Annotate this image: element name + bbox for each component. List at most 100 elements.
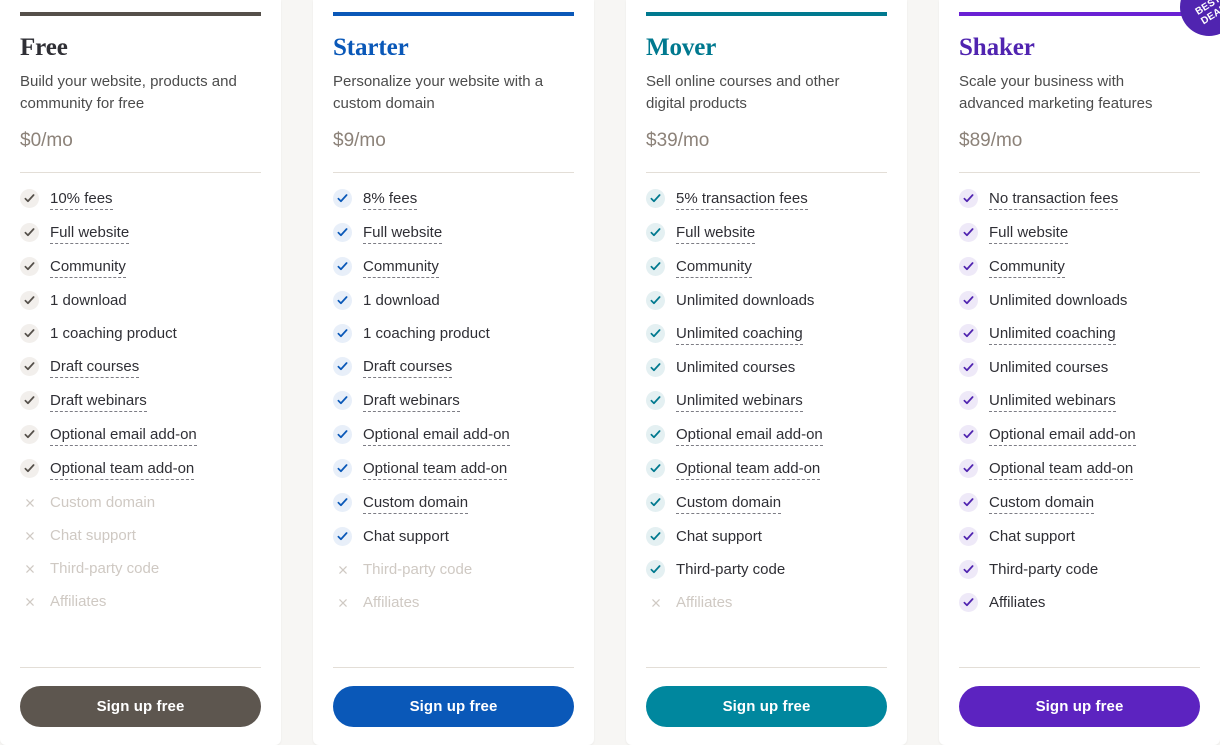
feature-item[interactable]: Community (646, 257, 887, 279)
signup-button-mover[interactable]: Sign up free (646, 686, 887, 727)
plan-card-free: Free Build your website, products and com… (0, 0, 281, 745)
feature-item[interactable]: Custom domain (959, 493, 1200, 515)
feature-item[interactable]: No transaction fees (959, 189, 1200, 211)
check-icon (333, 223, 352, 243)
feature-label[interactable]: Optional email add-on (989, 425, 1136, 447)
footer-divider (646, 667, 887, 668)
feature-label[interactable]: Unlimited coaching (676, 324, 803, 346)
feature-label[interactable]: Draft webinars (363, 391, 460, 413)
feature-label[interactable]: Optional team add-on (363, 459, 508, 481)
feature-item[interactable]: Optional email add-on (959, 425, 1200, 447)
feature-label[interactable]: Optional team add-on (989, 459, 1134, 481)
check-icon (959, 593, 978, 613)
feature-label[interactable]: 5% transaction fees (676, 189, 808, 211)
feature-label[interactable]: 8% fees (363, 189, 418, 211)
feature-item: 1 download (20, 291, 261, 311)
feature-item[interactable]: Optional team add-on (20, 459, 261, 481)
feature-label[interactable]: Full website (989, 223, 1069, 245)
check-icon (20, 257, 39, 277)
feature-item[interactable]: Unlimited webinars (959, 391, 1200, 413)
feature-label[interactable]: Community (989, 257, 1065, 279)
feature-item[interactable]: Draft courses (333, 357, 574, 379)
feature-item[interactable]: 5% transaction fees (646, 189, 887, 211)
plan-header: Free Build your website, products and com… (20, 0, 261, 189)
footer-divider (959, 667, 1200, 668)
feature-label[interactable]: Community (676, 257, 752, 279)
feature-label[interactable]: Custom domain (363, 493, 469, 515)
feature-label[interactable]: 10% fees (50, 189, 113, 211)
check-icon (333, 357, 352, 377)
feature-list: No transaction fees Full website Community… (959, 189, 1200, 663)
feature-item[interactable]: Optional team add-on (959, 459, 1200, 481)
cross-icon (20, 493, 39, 512)
feature-item[interactable]: Unlimited coaching (646, 324, 887, 346)
feature-item[interactable]: Unlimited webinars (646, 391, 887, 413)
check-icon (959, 257, 978, 277)
signup-button-free[interactable]: Sign up free (20, 686, 261, 727)
plan-name: Shaker (959, 34, 1035, 61)
feature-item[interactable]: Full website (646, 223, 887, 245)
feature-label[interactable]: Draft courses (50, 357, 140, 379)
check-icon (959, 527, 978, 547)
feature-item[interactable]: Optional team add-on (646, 459, 887, 481)
check-icon (20, 291, 39, 311)
check-icon (959, 189, 978, 209)
check-icon (646, 527, 665, 547)
feature-label[interactable]: Full website (676, 223, 756, 245)
feature-item[interactable]: Unlimited coaching (959, 324, 1200, 346)
feature-item[interactable]: Community (959, 257, 1200, 279)
feature-item[interactable]: Optional email add-on (20, 425, 261, 447)
feature-item[interactable]: Optional email add-on (333, 425, 574, 447)
feature-label: 1 download (363, 292, 440, 310)
check-icon (333, 324, 352, 344)
feature-label[interactable]: Unlimited coaching (989, 324, 1116, 346)
feature-label[interactable]: Community (50, 257, 126, 279)
feature-item[interactable]: Draft webinars (333, 391, 574, 413)
feature-item[interactable]: 8% fees (333, 189, 574, 211)
plan-accent-bar (333, 12, 574, 16)
feature-item[interactable]: Community (20, 257, 261, 279)
feature-label[interactable]: Custom domain (989, 493, 1095, 515)
feature-label[interactable]: Optional email add-on (50, 425, 197, 447)
feature-label[interactable]: Full website (363, 223, 443, 245)
footer-divider (333, 667, 574, 668)
feature-label[interactable]: Optional team add-on (676, 459, 821, 481)
feature-label[interactable]: Full website (50, 223, 130, 245)
feature-label[interactable]: No transaction fees (989, 189, 1119, 211)
feature-item[interactable]: Optional team add-on (333, 459, 574, 481)
feature-item[interactable]: Optional email add-on (646, 425, 887, 447)
feature-label[interactable]: Custom domain (676, 493, 782, 515)
feature-item[interactable]: Draft courses (20, 357, 261, 379)
check-icon (333, 391, 352, 411)
feature-label: Third-party code (50, 560, 160, 578)
check-icon (646, 324, 665, 344)
feature-item: Unlimited courses (959, 358, 1200, 378)
feature-label[interactable]: Optional email add-on (363, 425, 510, 447)
feature-label[interactable]: Draft courses (363, 357, 453, 379)
feature-label: Chat support (50, 527, 136, 545)
feature-item[interactable]: Full website (959, 223, 1200, 245)
feature-label[interactable]: Draft webinars (50, 391, 147, 413)
feature-item[interactable]: Full website (20, 223, 261, 245)
check-icon (959, 223, 978, 243)
signup-button-starter[interactable]: Sign up free (333, 686, 574, 727)
feature-item: Chat support (646, 527, 887, 547)
feature-item[interactable]: Community (333, 257, 574, 279)
feature-item[interactable]: Draft webinars (20, 391, 261, 413)
feature-item[interactable]: Custom domain (333, 493, 574, 515)
signup-button-shaker[interactable]: Sign up free (959, 686, 1200, 727)
feature-item: 1 coaching product (20, 324, 261, 344)
check-icon (646, 189, 665, 209)
feature-item[interactable]: Full website (333, 223, 574, 245)
check-icon (333, 459, 352, 479)
feature-label[interactable]: Optional email add-on (676, 425, 823, 447)
check-icon (333, 257, 352, 277)
feature-label[interactable]: Optional team add-on (50, 459, 195, 481)
feature-label: Unlimited courses (676, 359, 796, 377)
feature-label[interactable]: Community (363, 257, 439, 279)
feature-item: Third-party code (333, 560, 574, 580)
feature-item[interactable]: Custom domain (646, 493, 887, 515)
feature-label[interactable]: Unlimited webinars (989, 391, 1116, 413)
feature-label[interactable]: Unlimited webinars (676, 391, 803, 413)
feature-item[interactable]: 10% fees (20, 189, 261, 211)
